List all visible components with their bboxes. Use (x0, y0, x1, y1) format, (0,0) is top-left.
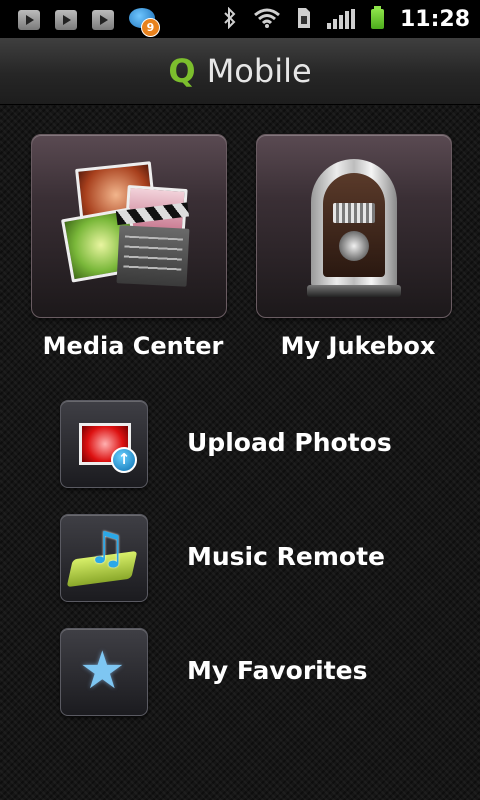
jukebox-body (311, 159, 397, 289)
play-store-icon (18, 10, 40, 30)
music-remote-item[interactable]: ♫ Music Remote (0, 512, 480, 606)
music-remote-icon: ♫ (60, 514, 148, 602)
jukebox-base (307, 285, 401, 297)
jukebox-tile[interactable] (256, 134, 452, 318)
brand-letter: Q (168, 52, 196, 90)
clock: 11:28 (399, 6, 470, 32)
jukebox-grill (333, 203, 375, 223)
status-bar: 9 11:28 (0, 0, 480, 38)
upload-arrow-icon: ↑ (111, 447, 137, 473)
favorites-item[interactable]: ★ My Favorites (0, 626, 480, 720)
play-store-icon (55, 10, 77, 30)
upload-photos-item[interactable]: ↑ Upload Photos (0, 398, 480, 492)
jukebox-front (323, 173, 385, 277)
music-remote-label: Music Remote (187, 542, 385, 571)
app-title-bar: Q Mobile (0, 38, 480, 105)
upload-photos-icon: ↑ (60, 400, 148, 488)
jukebox-wheel (339, 231, 369, 261)
home-screen: 9 11:28 Q Mobile Media Center My Jukebox… (0, 0, 480, 800)
clapperboard-art (116, 225, 190, 287)
star-icon: ★ (60, 628, 148, 716)
wifi-icon (253, 7, 281, 32)
notification-area[interactable]: 9 (18, 6, 160, 37)
sim-card-icon (297, 7, 311, 32)
favorites-label: My Favorites (187, 656, 368, 685)
signal-icon (326, 9, 355, 29)
play-store-icon (92, 10, 114, 30)
media-center-label[interactable]: Media Center (18, 332, 248, 360)
star-glyph: ★ (79, 641, 126, 701)
system-icons: 11:28 (223, 0, 470, 38)
brand-name: Mobile (206, 52, 312, 90)
media-center-tile[interactable] (31, 134, 227, 318)
music-note-icon: ♫ (87, 523, 127, 574)
app-notification-icon: 9 (129, 6, 160, 37)
upload-photos-label: Upload Photos (187, 428, 392, 457)
jukebox-label[interactable]: My Jukebox (243, 332, 473, 360)
battery-icon (370, 6, 384, 29)
bluetooth-icon (223, 6, 237, 32)
brand-logo: Q Mobile (168, 52, 311, 90)
notification-badge: 9 (141, 18, 160, 37)
